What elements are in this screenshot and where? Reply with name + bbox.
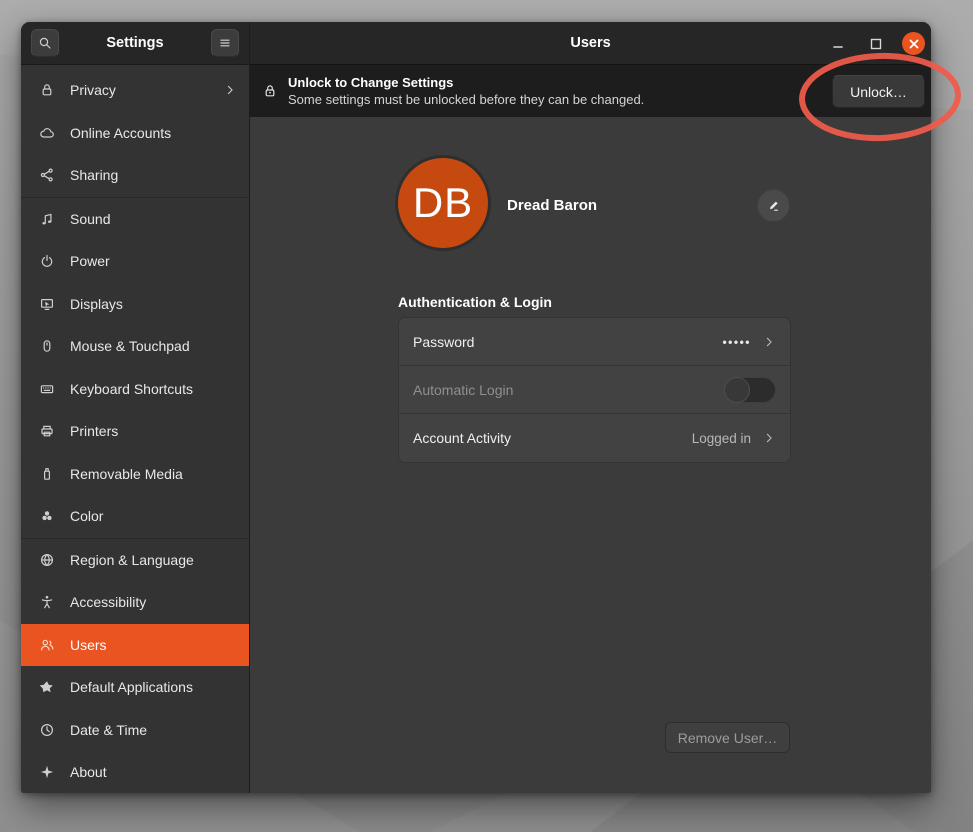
sidebar-item-label: Users — [70, 637, 107, 653]
sidebar-item-label: Keyboard Shortcuts — [70, 381, 193, 397]
sidebar-item-label: Sound — [70, 211, 110, 227]
pencil-icon — [766, 198, 781, 213]
keyboard-icon — [39, 381, 55, 397]
account-activity-value: Logged in — [692, 431, 751, 446]
sidebar-item-users[interactable]: Users — [21, 624, 249, 667]
page-title: Users — [570, 35, 610, 51]
settings-window: Settings Privacy Onl — [21, 22, 931, 793]
flash-drive-icon — [39, 466, 55, 482]
accessibility-icon — [39, 594, 55, 610]
main-pane: Users Unlock to Change Settings — [250, 22, 931, 793]
automatic-login-toggle[interactable] — [724, 377, 776, 403]
sidebar-item-label: Region & Language — [70, 552, 194, 568]
minimize-button[interactable] — [826, 32, 849, 55]
users-icon — [39, 637, 55, 653]
edit-name-button[interactable] — [757, 189, 790, 222]
chevron-right-icon — [223, 83, 237, 97]
mouse-icon — [39, 338, 55, 354]
unlock-banner: Unlock to Change Settings Some settings … — [250, 65, 931, 117]
close-icon — [908, 38, 920, 50]
sidebar-item-date-time[interactable]: Date & Time — [21, 709, 249, 752]
sidebar-item-accessibility[interactable]: Accessibility — [21, 581, 249, 624]
sidebar-item-displays[interactable]: Displays — [21, 283, 249, 326]
sidebar-item-label: About — [70, 764, 107, 780]
sidebar-item-default-applications[interactable]: Default Applications — [21, 666, 249, 709]
password-row[interactable]: Password ••••• — [399, 318, 790, 366]
sidebar-item-removable-media[interactable]: Removable Media — [21, 453, 249, 496]
search-button[interactable] — [31, 29, 59, 57]
automatic-login-row: Automatic Login — [399, 366, 790, 414]
sidebar-item-privacy[interactable]: Privacy — [21, 69, 249, 112]
sparkle-icon — [39, 764, 55, 780]
sidebar-item-sound[interactable]: Sound — [21, 198, 249, 241]
sidebar-item-label: Online Accounts — [70, 125, 171, 141]
account-activity-row[interactable]: Account Activity Logged in — [399, 414, 790, 462]
menu-button[interactable] — [211, 29, 239, 57]
globe-icon — [39, 552, 55, 568]
minimize-icon — [831, 37, 845, 51]
maximize-button[interactable] — [864, 32, 887, 55]
sidebar-item-label: Default Applications — [70, 679, 193, 695]
unlock-button[interactable]: Unlock… — [832, 75, 925, 108]
main-header: Users — [250, 22, 931, 65]
auth-section-heading: Authentication & Login — [398, 294, 552, 310]
color-circles-icon — [39, 508, 55, 524]
remove-user-button[interactable]: Remove User… — [665, 722, 790, 753]
sidebar-item-label: Accessibility — [70, 594, 146, 610]
sidebar-item-printers[interactable]: Printers — [21, 410, 249, 453]
sidebar-item-region-language[interactable]: Region & Language — [21, 539, 249, 582]
sidebar-item-label: Privacy — [70, 82, 116, 98]
avatar[interactable]: DB — [398, 158, 488, 248]
lock-icon — [39, 82, 55, 98]
sidebar-item-about[interactable]: About — [21, 751, 249, 793]
sidebar-item-keyboard-shortcuts[interactable]: Keyboard Shortcuts — [21, 368, 249, 411]
sidebar-item-power[interactable]: Power — [21, 240, 249, 283]
banner-title: Unlock to Change Settings — [288, 74, 644, 91]
account-activity-label: Account Activity — [413, 430, 511, 446]
maximize-icon — [869, 37, 883, 51]
lock-icon — [262, 83, 278, 99]
sidebar-item-label: Removable Media — [70, 466, 183, 482]
sidebar-item-label: Printers — [70, 423, 118, 439]
sidebar-item-label: Date & Time — [70, 722, 147, 738]
sidebar-item-label: Color — [70, 508, 103, 524]
sidebar-item-label: Displays — [70, 296, 123, 312]
sidebar-item-label: Mouse & Touchpad — [70, 338, 190, 354]
sidebar: Settings Privacy Onl — [21, 22, 250, 793]
sidebar-item-sharing[interactable]: Sharing — [21, 154, 249, 197]
sidebar-item-mouse-touchpad[interactable]: Mouse & Touchpad — [21, 325, 249, 368]
toggle-knob — [724, 377, 750, 403]
sidebar-item-online-accounts[interactable]: Online Accounts — [21, 112, 249, 155]
chevron-right-icon — [762, 431, 776, 445]
password-label: Password — [413, 334, 474, 350]
display-icon — [39, 296, 55, 312]
share-icon — [39, 167, 55, 183]
sidebar-list: Privacy Online Accounts Sharing — [21, 65, 249, 793]
users-panel: DB Dread Baron Authentication & Login Pa… — [250, 117, 931, 793]
chevron-right-icon — [762, 335, 776, 349]
clock-icon — [39, 722, 55, 738]
banner-text: Unlock to Change Settings Some settings … — [288, 74, 644, 108]
auth-settings-list: Password ••••• Automatic Login A — [398, 317, 791, 463]
banner-subtitle: Some settings must be unlocked before th… — [288, 91, 644, 108]
power-icon — [39, 253, 55, 269]
password-value: ••••• — [722, 335, 751, 349]
sidebar-item-label: Power — [70, 253, 110, 269]
cloud-icon — [39, 125, 55, 141]
music-note-icon — [39, 211, 55, 227]
star-icon — [39, 679, 55, 695]
printer-icon — [39, 423, 55, 439]
hamburger-menu-icon — [217, 35, 233, 51]
automatic-login-label: Automatic Login — [413, 382, 513, 398]
user-full-name: Dread Baron — [507, 197, 597, 214]
window-controls — [826, 22, 925, 65]
search-icon — [37, 35, 53, 51]
sidebar-item-color[interactable]: Color — [21, 495, 249, 538]
sidebar-item-label: Sharing — [70, 167, 118, 183]
close-button[interactable] — [902, 32, 925, 55]
sidebar-header: Settings — [21, 22, 249, 65]
